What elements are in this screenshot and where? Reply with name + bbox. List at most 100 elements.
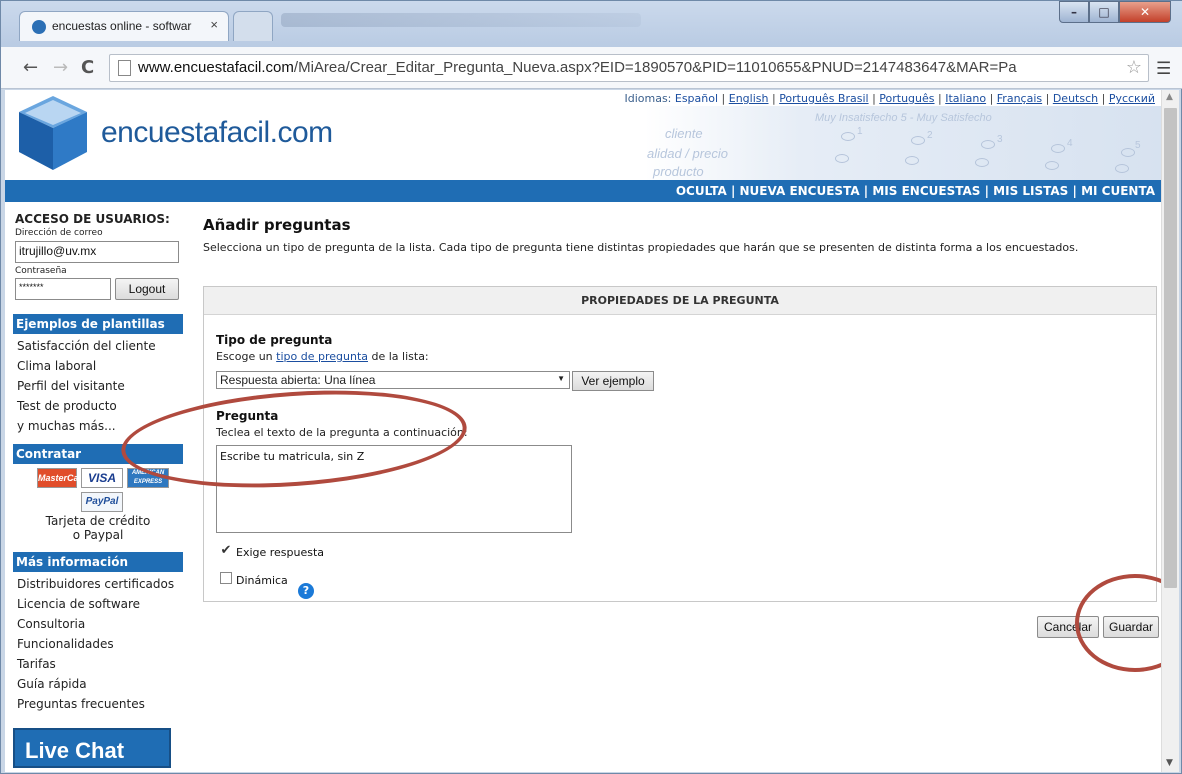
scroll-thumb[interactable] (1164, 108, 1177, 588)
language-english[interactable]: English (729, 92, 769, 105)
email-label: Dirección de correo (15, 228, 103, 238)
question-label: Pregunta (216, 409, 279, 423)
cancel-button[interactable]: Cancelar (1037, 616, 1099, 638)
email-field[interactable]: itrujillo@uv.mx (15, 241, 179, 263)
radio-decor-icon (1115, 164, 1129, 173)
password-field[interactable]: ******* (15, 278, 111, 300)
more-link-preguntas[interactable]: Preguntas frecuentes (17, 697, 145, 711)
radio-decor-icon (841, 132, 855, 141)
template-link-test[interactable]: Test de producto (17, 399, 117, 413)
more-link-guia[interactable]: Guía rápida (17, 677, 87, 691)
question-properties-panel: PROPIEDADES DE LA PREGUNTA Tipo de pregu… (203, 286, 1157, 602)
question-textarea[interactable]: Escribe tu matricula, sin Z (216, 445, 572, 533)
language-italiano[interactable]: Italiano (945, 92, 986, 105)
nav-mi-cuenta[interactable]: MI CUENTA (1081, 184, 1155, 198)
scroll-down-icon[interactable]: ▼ (1166, 758, 1173, 768)
checkmark-icon[interactable]: ✔ (220, 544, 232, 558)
star-icon[interactable]: ☆ (1126, 57, 1142, 78)
url-text[interactable]: www.encuestafacil.com/MiArea/Crear_Edita… (138, 59, 1113, 76)
template-link-more[interactable]: y muchas más... (17, 419, 116, 433)
language-deutsch[interactable]: Deutsch (1053, 92, 1098, 105)
mastercard-icon: MasterCard (37, 468, 88, 488)
forward-icon[interactable]: → (53, 57, 68, 78)
banner-number: 1 (857, 126, 863, 137)
password-label: Contraseña (15, 266, 67, 276)
template-link-satisfaccion[interactable]: Satisfacción del cliente (17, 339, 156, 353)
banner-number: 5 (1135, 140, 1141, 151)
radio-decor-icon (1121, 148, 1135, 157)
templates-header: Ejemplos de plantillas (13, 314, 183, 334)
reload-icon[interactable]: C (81, 57, 94, 78)
maximize-icon[interactable]: □ (1089, 1, 1119, 23)
more-info-header: Más información (13, 552, 183, 572)
browser-window: encuestas online - softwar × – □ ✕ ← → C… (0, 0, 1182, 774)
tab-strip: encuestas online - softwar × – □ ✕ (1, 1, 1182, 47)
view-example-button[interactable]: Ver ejemplo (572, 371, 654, 391)
nav-nueva-encuesta[interactable]: NUEVA ENCUESTA (740, 184, 860, 198)
close-icon[interactable]: ✕ (1119, 1, 1171, 23)
more-link-distribuidores[interactable]: Distribuidores certificados (17, 577, 174, 591)
template-link-clima[interactable]: Clima laboral (17, 359, 96, 373)
nav-mis-listas[interactable]: MIS LISTAS (993, 184, 1068, 198)
blurred-tabs (281, 13, 641, 27)
help-icon[interactable]: ? (298, 583, 314, 599)
dynamic-checkbox[interactable] (220, 572, 232, 584)
radio-decor-icon (1051, 144, 1065, 153)
paypal-icon: PayPal (81, 492, 123, 512)
header-banner: Muy Insatisfecho 5 - Muy Satisfecho clie… (645, 106, 1161, 180)
menu-icon[interactable]: ☰ (1156, 59, 1171, 79)
sidebar: ACCESO DE USUARIOS: Dirección de correo … (13, 208, 183, 772)
type-label: Tipo de pregunta (216, 333, 333, 347)
live-chat-button[interactable]: Live Chat (13, 728, 171, 768)
type-hint: Escoge un tipo de pregunta de la lista: (216, 350, 429, 363)
nav-oculta[interactable]: OCULTA (676, 184, 727, 198)
nav-mis-encuestas[interactable]: MIS ENCUESTAS (872, 184, 980, 198)
tab-close-icon[interactable]: × (210, 17, 218, 32)
language-current: Español (674, 92, 719, 105)
language-francais[interactable]: Français (997, 92, 1042, 105)
template-link-perfil[interactable]: Perfil del visitante (17, 379, 125, 393)
login-box: ACCESO DE USUARIOS: Dirección de correo … (13, 208, 183, 312)
more-link-consultoria[interactable]: Consultoria (17, 617, 85, 631)
more-link-licencia[interactable]: Licencia de software (17, 597, 140, 611)
banner-row: cliente (665, 126, 703, 141)
page-description: Selecciona un tipo de pregunta de la lis… (203, 241, 1079, 254)
logout-button[interactable]: Logout (115, 278, 179, 300)
banner-number: 2 (927, 130, 933, 141)
minimize-icon[interactable]: – (1059, 1, 1089, 23)
dynamic-label: Dinámica (236, 574, 288, 587)
logo-text[interactable]: encuestafacil.com (101, 116, 333, 150)
type-hint-pre: Escoge un (216, 350, 273, 363)
site-header: encuestafacil.com Muy Insatisfecho 5 - M… (5, 90, 1161, 180)
browser-toolbar: ← → C www.encuestafacil.com/MiArea/Crear… (1, 47, 1182, 89)
cube-logo-icon (19, 96, 87, 170)
radio-decor-icon (835, 154, 849, 163)
language-portugues[interactable]: Português (879, 92, 934, 105)
page-icon (118, 60, 131, 76)
banner-row: producto (653, 164, 704, 179)
radio-decor-icon (975, 158, 989, 167)
address-bar[interactable]: www.encuestafacil.com/MiArea/Crear_Edita… (109, 54, 1149, 82)
language-russian[interactable]: Русский (1109, 92, 1155, 105)
page-title: Añadir preguntas (203, 216, 351, 234)
tab-encuestas[interactable]: encuestas online - softwar × (19, 11, 229, 41)
site-favicon-icon (32, 20, 46, 34)
panel-title: PROPIEDADES DE LA PREGUNTA (204, 287, 1156, 315)
question-hint: Teclea el texto de la pregunta a continu… (216, 426, 468, 439)
language-selector: Idiomas: Español | English | Português B… (624, 92, 1155, 105)
language-portugues-brasil[interactable]: Português Brasil (779, 92, 868, 105)
banner-number: 4 (1067, 138, 1073, 149)
more-link-funcionalidades[interactable]: Funcionalidades (17, 637, 114, 651)
more-link-tarifas[interactable]: Tarifas (17, 657, 56, 671)
save-button[interactable]: Guardar (1103, 616, 1159, 638)
back-icon[interactable]: ← (23, 57, 38, 78)
radio-decor-icon (911, 136, 925, 145)
scroll-up-icon[interactable]: ▲ (1166, 92, 1173, 102)
banner-scale-text: Muy Insatisfecho 5 - Muy Satisfecho (815, 112, 992, 124)
payment-cards: MasterCard VISA AMERICAN EXPRESS PayPal (37, 468, 177, 518)
question-type-select[interactable]: Respuesta abierta: Una línea ▼ (216, 371, 570, 389)
page-scrollbar[interactable]: ▲ ▼ (1161, 90, 1179, 772)
visa-icon: VISA (81, 468, 123, 488)
new-tab-button[interactable] (233, 11, 273, 41)
type-help-link[interactable]: tipo de pregunta (276, 350, 368, 363)
